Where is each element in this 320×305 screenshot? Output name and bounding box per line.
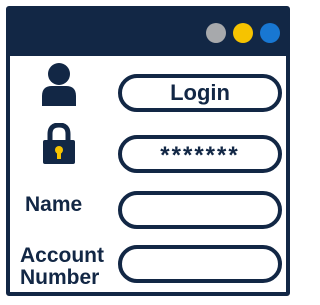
user-icon: [42, 63, 76, 106]
password-field-value: *******: [160, 142, 240, 169]
name-label: Name: [25, 193, 83, 216]
title-bar: [10, 10, 286, 56]
window-control-yellow[interactable]: [233, 23, 253, 43]
login-field[interactable]: Login: [118, 74, 282, 112]
password-field[interactable]: *******: [118, 135, 282, 173]
account-label-line1: Account: [20, 244, 104, 267]
account-number-label: Account Number: [20, 245, 104, 289]
name-field[interactable]: [118, 191, 282, 229]
login-field-value: Login: [170, 80, 230, 105]
account-number-field[interactable]: [118, 245, 282, 283]
window-control-gray[interactable]: [206, 23, 226, 43]
window-control-blue[interactable]: [260, 23, 280, 43]
account-label-line2: Number: [20, 266, 100, 289]
lock-icon: [43, 123, 75, 164]
